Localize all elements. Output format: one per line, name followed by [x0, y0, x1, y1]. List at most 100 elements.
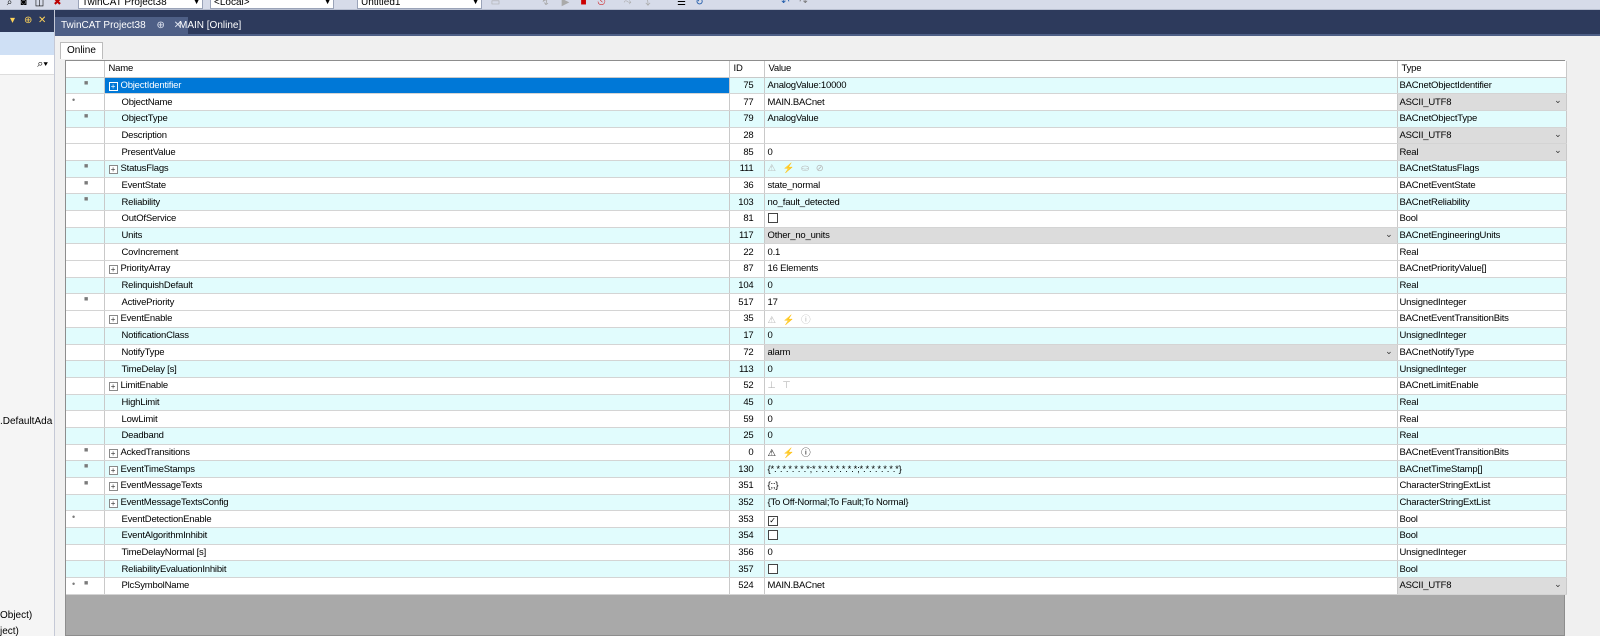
property-name-cell[interactable]: ActivePriority: [104, 293, 730, 312]
checkbox[interactable]: [767, 563, 778, 574]
property-value-cell[interactable]: 0: [764, 143, 1398, 161]
expand-icon[interactable]: +: [108, 165, 118, 175]
table-row[interactable]: TimeDelayNormal [s] 356 0 UnsignedInteger: [66, 544, 1567, 562]
property-value-cell[interactable]: 0: [764, 394, 1398, 412]
list-icon[interactable]: ☰: [676, 0, 687, 8]
tree-item-text[interactable]: .DefaultAda: [0, 416, 52, 427]
property-name-cell[interactable]: PlcSymbolName: [104, 577, 730, 595]
property-value-cell[interactable]: AnalogValue:10000: [764, 77, 1398, 95]
property-type-cell[interactable]: ASCII_UTF8 ⌄: [1397, 577, 1567, 595]
table-row[interactable]: ReliabilityEvaluationInhibit 357 Bool: [66, 560, 1567, 579]
property-value-cell[interactable]: 0: [764, 427, 1398, 445]
property-name-cell[interactable]: + PriorityArray: [104, 260, 730, 278]
solution-search-input[interactable]: ⌕▾: [0, 55, 54, 75]
checkbox-checked[interactable]: ✓: [767, 515, 778, 526]
checkbox[interactable]: [767, 213, 778, 224]
table-row[interactable]: + PriorityArray 87 16 Elements BACnetPriorit…: [66, 260, 1567, 278]
property-value-cell[interactable]: 0: [764, 410, 1398, 428]
expand-icon[interactable]: +: [108, 81, 118, 91]
property-value-cell[interactable]: MAIN.BACnet: [764, 577, 1398, 595]
table-row[interactable]: • EventDetectionEnable 353 ✓ Bool: [66, 510, 1567, 529]
target-combo[interactable]: <Local> ▼: [210, 0, 334, 9]
property-name-cell[interactable]: + EventMessageTexts: [104, 477, 730, 495]
chevron-down-icon[interactable]: ⌄: [1554, 145, 1562, 156]
column-value[interactable]: Value: [764, 61, 1398, 78]
expand-icon[interactable]: +: [108, 448, 118, 458]
tree-item-text[interactable]: Object): [0, 610, 32, 621]
table-row[interactable]: NotificationClass 17 0 UnsignedInteger: [66, 327, 1567, 345]
property-name-cell[interactable]: LowLimit: [104, 410, 730, 428]
table-row[interactable]: + EventEnable 35 ⚠ ⚡ ⓘ BACnetEventTransition…: [66, 310, 1567, 328]
property-value-cell[interactable]: 0: [764, 277, 1398, 295]
table-row[interactable]: Description 28 ASCII_UTF8 ⌄: [66, 127, 1567, 145]
property-name-cell[interactable]: HighLimit: [104, 394, 730, 412]
table-row[interactable]: • ObjectName 77 MAIN.BACnet ASCII_UTF8 ⌄: [66, 93, 1567, 111]
property-name-cell[interactable]: + EventMessageTextsConfig: [104, 494, 730, 512]
property-name-cell[interactable]: Deadband: [104, 427, 730, 445]
table-row[interactable]: + LimitEnable 52 ⊥ ⊤ BACnetLimitEnable: [66, 377, 1567, 395]
property-type-cell[interactable]: Real ⌄: [1397, 143, 1567, 161]
property-name-cell[interactable]: ReliabilityEvaluationInhibit: [104, 560, 730, 579]
property-name-cell[interactable]: TimeDelayNormal [s]: [104, 544, 730, 562]
property-value-cell[interactable]: 0: [764, 544, 1398, 562]
table-row[interactable]: ■ EventState 36 state_normal BACnetEventStat…: [66, 177, 1567, 195]
column-type[interactable]: Type: [1397, 61, 1567, 78]
property-name-cell[interactable]: + AckedTransitions: [104, 444, 730, 462]
property-value-cell[interactable]: MAIN.BACnet: [764, 93, 1398, 111]
redo-icon[interactable]: ↷: [798, 0, 809, 8]
property-value-cell[interactable]: 0: [764, 360, 1398, 378]
step-into-icon[interactable]: ⤵: [640, 0, 651, 8]
property-value-cell[interactable]: ⊥ ⊤: [764, 377, 1398, 395]
column-name[interactable]: Name: [104, 61, 730, 78]
table-row[interactable]: ■ + StatusFlags 111 ⚠ ⚡ ⛀ ⊘ BACnetStatusFlags: [66, 160, 1567, 178]
table-row[interactable]: ■ ActivePriority 517 17 UnsignedInteger: [66, 293, 1567, 312]
chevron-down-icon[interactable]: ▾: [10, 15, 15, 26]
property-value-cell[interactable]: no_fault_detected: [764, 193, 1398, 211]
property-name-cell[interactable]: + EventTimeStamps: [104, 460, 730, 478]
pin-icon[interactable]: ⊕: [24, 15, 32, 26]
property-name-cell[interactable]: ObjectName: [104, 93, 730, 111]
property-type-cell[interactable]: ASCII_UTF8 ⌄: [1397, 93, 1567, 111]
property-name-cell[interactable]: Reliability: [104, 193, 730, 211]
property-value-cell[interactable]: [764, 560, 1398, 579]
property-name-cell[interactable]: Description: [104, 127, 730, 145]
property-value-cell[interactable]: 16 Elements: [764, 260, 1398, 278]
expand-icon[interactable]: +: [108, 465, 118, 475]
logout-icon[interactable]: ⎋: [596, 0, 607, 8]
table-row[interactable]: ■ + ObjectIdentifier 75 AnalogValue:10000 BAC…: [66, 77, 1567, 95]
property-value-cell[interactable]: [764, 210, 1398, 228]
table-row[interactable]: CovIncrement 22 0.1 Real: [66, 243, 1567, 262]
table-row[interactable]: ■ • PlcSymbolName 524 MAIN.BACnet ASCII_UTF8 ⌄: [66, 577, 1567, 595]
property-value-cell[interactable]: AnalogValue: [764, 110, 1398, 128]
table-row[interactable]: ■ + EventMessageTexts 351 {;;} CharacterStrin…: [66, 477, 1567, 495]
chevron-down-icon[interactable]: ⌄: [1554, 129, 1562, 140]
table-row[interactable]: TimeDelay [s] 113 0 UnsignedInteger: [66, 360, 1567, 378]
table-row[interactable]: Units 117 Other_no_units ⌄ BACnetEngineering…: [66, 227, 1567, 245]
tree-item-text[interactable]: ject): [0, 626, 19, 636]
property-value-cell[interactable]: {;;}: [764, 477, 1398, 495]
table-row[interactable]: ■ Reliability 103 no_fault_detected BACnetRe…: [66, 193, 1567, 211]
table-row[interactable]: EventAlgorithmInhibit 354 Bool: [66, 527, 1567, 545]
tab-main-online[interactable]: MAIN [Online]: [173, 17, 247, 35]
table-row[interactable]: RelinquishDefault 104 0 Real: [66, 277, 1567, 295]
config-icon[interactable]: ✖: [52, 0, 63, 8]
step-over-icon[interactable]: ⤳: [622, 0, 633, 8]
property-value-cell[interactable]: 0: [764, 327, 1398, 345]
property-type-cell[interactable]: ASCII_UTF8 ⌄: [1397, 127, 1567, 145]
property-value-cell[interactable]: 0.1: [764, 243, 1398, 262]
property-value-cell[interactable]: alarm ⌄: [764, 344, 1398, 362]
table-row[interactable]: ■ + EventTimeStamps 130 {*.*.*.*.*.*.*;*.*.*…: [66, 460, 1567, 478]
property-name-cell[interactable]: EventDetectionEnable: [104, 510, 730, 529]
table-row[interactable]: HighLimit 45 0 Real: [66, 394, 1567, 412]
table-row[interactable]: LowLimit 59 0 Real: [66, 410, 1567, 428]
table-row[interactable]: NotifyType 72 alarm ⌄ BACnetNotifyType: [66, 344, 1567, 362]
checkbox[interactable]: [767, 530, 778, 541]
property-name-cell[interactable]: PresentValue: [104, 143, 730, 161]
tab-online[interactable]: Online: [60, 42, 103, 59]
scope-icon[interactable]: ◫: [34, 0, 45, 8]
expand-icon[interactable]: +: [108, 265, 118, 275]
property-name-cell[interactable]: + EventEnable: [104, 310, 730, 328]
property-name-cell[interactable]: TimeDelay [s]: [104, 360, 730, 378]
chevron-down-icon[interactable]: ⌄: [1554, 95, 1562, 106]
property-name-cell[interactable]: Units: [104, 227, 730, 245]
